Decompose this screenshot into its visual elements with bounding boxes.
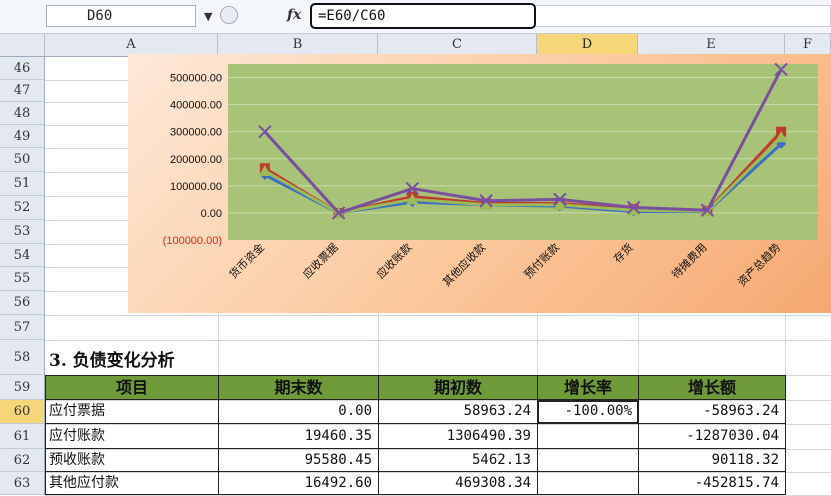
- select-all-corner[interactable]: [0, 34, 45, 56]
- row-header-50[interactable]: 50: [0, 148, 44, 172]
- chart-y-tick-label: 200000.00: [170, 154, 222, 166]
- table-cell-growth-rate[interactable]: [537, 472, 639, 495]
- row-header-59[interactable]: 59: [0, 375, 44, 400]
- formula-input-extension[interactable]: [536, 5, 831, 27]
- chart-x-tick-label: 存货: [610, 240, 635, 265]
- row-header-56[interactable]: 56: [0, 291, 44, 315]
- chart-y-tick-label: (100000.00): [163, 235, 222, 247]
- row-header-55[interactable]: 55: [0, 267, 44, 291]
- table-cell-item[interactable]: 应付账款: [45, 424, 219, 449]
- chart-canvas: 500000.00 400000.00 300000.00 200000.00 1000…: [163, 62, 818, 289]
- table-header-ending-balance[interactable]: 期末数: [218, 375, 379, 400]
- formula-bar: D60 ▼ fx =E60/C60: [0, 0, 831, 34]
- cancel-icon[interactable]: [220, 6, 238, 24]
- table-cell-growth-amount[interactable]: -452815.74: [638, 472, 786, 495]
- line-chart[interactable]: 500000.00 400000.00 300000.00 200000.00 1000…: [128, 54, 831, 313]
- table-cell-growth-rate[interactable]: [537, 449, 639, 472]
- chart-x-tick-label: 货币资金: [226, 240, 267, 281]
- name-box-dropdown-icon[interactable]: ▼: [204, 10, 212, 23]
- table-cell-growth-rate[interactable]: [537, 424, 639, 449]
- table-cell-opening-balance[interactable]: 5462.13: [378, 449, 538, 472]
- row-header-62[interactable]: 62: [0, 449, 44, 472]
- row-header-61[interactable]: 61: [0, 424, 44, 449]
- insert-function-icon[interactable]: fx: [287, 7, 301, 23]
- table-cell-ending-balance[interactable]: 19460.35: [218, 424, 379, 449]
- row-header-58[interactable]: 58: [0, 340, 44, 375]
- grid-line-horizontal: [45, 340, 831, 341]
- table-header-growth-rate[interactable]: 增长率: [537, 375, 639, 400]
- table-cell-opening-balance[interactable]: 58963.24: [378, 400, 538, 424]
- table-cell-item[interactable]: 预收账款: [45, 449, 219, 472]
- chart-plot-area: [228, 64, 818, 240]
- chart-y-tick-label: 400000.00: [170, 100, 222, 112]
- row-header-bar: 46 47 48 49 50 51 52 53 54 55 56 57 58 59 60 61 62 63: [0, 57, 45, 495]
- row-header-63[interactable]: 63: [0, 472, 44, 495]
- table-cell-growth-amount[interactable]: -58963.24: [638, 400, 786, 424]
- name-box[interactable]: D60: [46, 5, 196, 27]
- row-header-60[interactable]: 60: [0, 400, 44, 424]
- column-header-c[interactable]: C: [378, 34, 537, 56]
- row-header-48[interactable]: 48: [0, 102, 44, 125]
- chart-y-tick-label: 300000.00: [170, 127, 222, 139]
- table-cell-opening-balance[interactable]: 1306490.39: [378, 424, 538, 449]
- row-header-52[interactable]: 52: [0, 196, 44, 220]
- row-header-53[interactable]: 53: [0, 220, 44, 244]
- table-cell-opening-balance[interactable]: 469308.34: [378, 472, 538, 495]
- table-header-opening-balance[interactable]: 期初数: [378, 375, 538, 400]
- column-header-d[interactable]: D: [537, 34, 638, 56]
- table-cell-ending-balance[interactable]: 16492.60: [218, 472, 379, 495]
- grid-line-horizontal: [45, 315, 831, 316]
- section-title: 3. 负债变化分析: [49, 351, 175, 371]
- column-header-f[interactable]: F: [785, 34, 831, 56]
- table-cell-ending-balance[interactable]: 95580.45: [218, 449, 379, 472]
- formula-input[interactable]: =E60/C60: [310, 3, 536, 29]
- table-cell-growth-amount[interactable]: -1287030.04: [638, 424, 786, 449]
- chart-x-tick-label: 待摊费用: [668, 240, 709, 281]
- row-header-49[interactable]: 49: [0, 125, 44, 148]
- table-cell-ending-balance[interactable]: 0.00: [218, 400, 379, 424]
- table-cell-item[interactable]: 其他应付款: [45, 472, 219, 495]
- chart-y-tick-label: 500000.00: [170, 73, 222, 85]
- chart-x-tick-label: 其他应收款: [439, 240, 488, 289]
- table-cell-growth-amount[interactable]: 90118.32: [638, 449, 786, 472]
- table-header-growth-amount[interactable]: 增长额: [638, 375, 786, 400]
- chart-x-tick-label: 资产总趋势: [734, 240, 783, 289]
- column-header-a[interactable]: A: [45, 34, 218, 56]
- row-header-46[interactable]: 46: [0, 57, 44, 80]
- column-header-e[interactable]: E: [638, 34, 785, 56]
- chart-x-tick-label: 应收票据: [300, 240, 341, 281]
- table-cell-item[interactable]: 应付票据: [45, 400, 219, 424]
- row-header-51[interactable]: 51: [0, 172, 44, 196]
- chart-x-tick-label: 应收账款: [373, 240, 414, 281]
- table-cell-growth-rate[interactable]: -100.00%: [537, 400, 639, 424]
- row-header-54[interactable]: 54: [0, 244, 44, 267]
- column-header-b[interactable]: B: [218, 34, 378, 56]
- chart-x-tick-label: 预付账款: [521, 240, 562, 281]
- row-header-57[interactable]: 57: [0, 315, 44, 340]
- chart-y-tick-label: 100000.00: [170, 181, 222, 193]
- table-header-item[interactable]: 项目: [45, 375, 219, 400]
- chart-y-tick-label: 0.00: [201, 208, 222, 220]
- row-header-47[interactable]: 47: [0, 80, 44, 102]
